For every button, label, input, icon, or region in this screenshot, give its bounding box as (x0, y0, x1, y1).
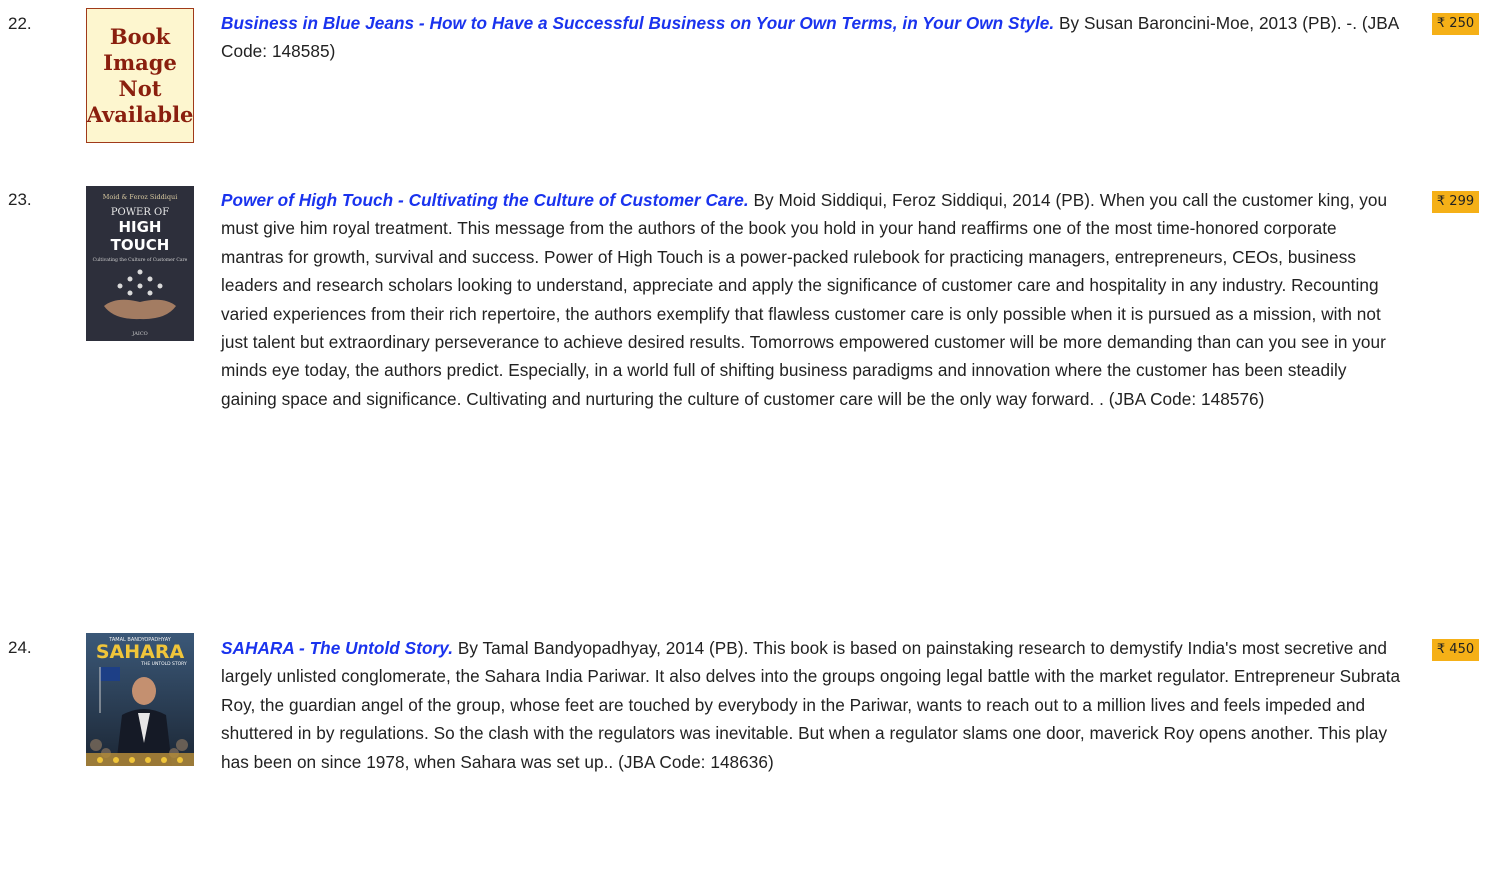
book-cover[interactable]: TAMAL BANDYOPADHYAY SAHARA THE UNTOLD ST… (86, 633, 194, 766)
svg-text:JAICO: JAICO (131, 331, 148, 337)
price-badge[interactable]: ₹ 299 (1432, 191, 1479, 213)
book-entry: 24. TAMAL BANDYOPADHYAY SAHARA THE UNTOL… (0, 633, 1493, 870)
entry-number: 22. (8, 14, 32, 33)
svg-text:THE UNTOLD STORY: THE UNTOLD STORY (140, 661, 187, 667)
image-not-available-placeholder: Book Image Not Available (86, 8, 194, 143)
price-badge[interactable]: ₹ 250 (1432, 13, 1479, 35)
book-details: By Moid Siddiqui, Feroz Siddiqui, 2014 (… (221, 190, 1388, 409)
entry-number: 23. (8, 190, 32, 209)
book-description: Power of High Touch - Cultivating the Cu… (221, 186, 1401, 413)
book-description: SAHARA - The Untold Story. By Tamal Band… (221, 634, 1401, 776)
book-description: Business in Blue Jeans - How to Have a S… (221, 9, 1401, 66)
book-cover-image: Moid & Feroz Siddiqui POWER OF HIGH TOUC… (86, 186, 194, 341)
book-cover[interactable]: Book Image Not Available (86, 8, 194, 143)
book-details: By Tamal Bandyopadhyay, 2014 (PB). This … (221, 638, 1401, 772)
book-title-link[interactable]: SAHARA - The Untold Story. (221, 638, 453, 658)
book-entry: 23. Moid & Feroz Siddiqui POWER OF HIGH … (0, 186, 1493, 610)
svg-text:HIGH: HIGH (118, 218, 161, 236)
svg-text:Cultivating the Culture of Cus: Cultivating the Culture of Customer Care (93, 257, 188, 263)
svg-text:Moid & Feroz Siddiqui: Moid & Feroz Siddiqui (103, 193, 178, 201)
book-entry: 22. Book Image Not Available Business in… (0, 8, 1493, 146)
book-cover-image: TAMAL BANDYOPADHYAY SAHARA THE UNTOLD ST… (86, 633, 194, 766)
book-title-link[interactable]: Business in Blue Jeans - How to Have a S… (221, 13, 1054, 33)
svg-text:TOUCH: TOUCH (111, 236, 170, 254)
svg-text:POWER OF: POWER OF (111, 207, 169, 218)
entry-number: 24. (8, 638, 32, 657)
svg-text:SAHARA: SAHARA (96, 641, 185, 663)
book-title-link[interactable]: Power of High Touch - Cultivating the Cu… (221, 190, 749, 210)
book-cover[interactable]: Moid & Feroz Siddiqui POWER OF HIGH TOUC… (86, 186, 194, 341)
price-badge[interactable]: ₹ 450 (1432, 639, 1479, 661)
